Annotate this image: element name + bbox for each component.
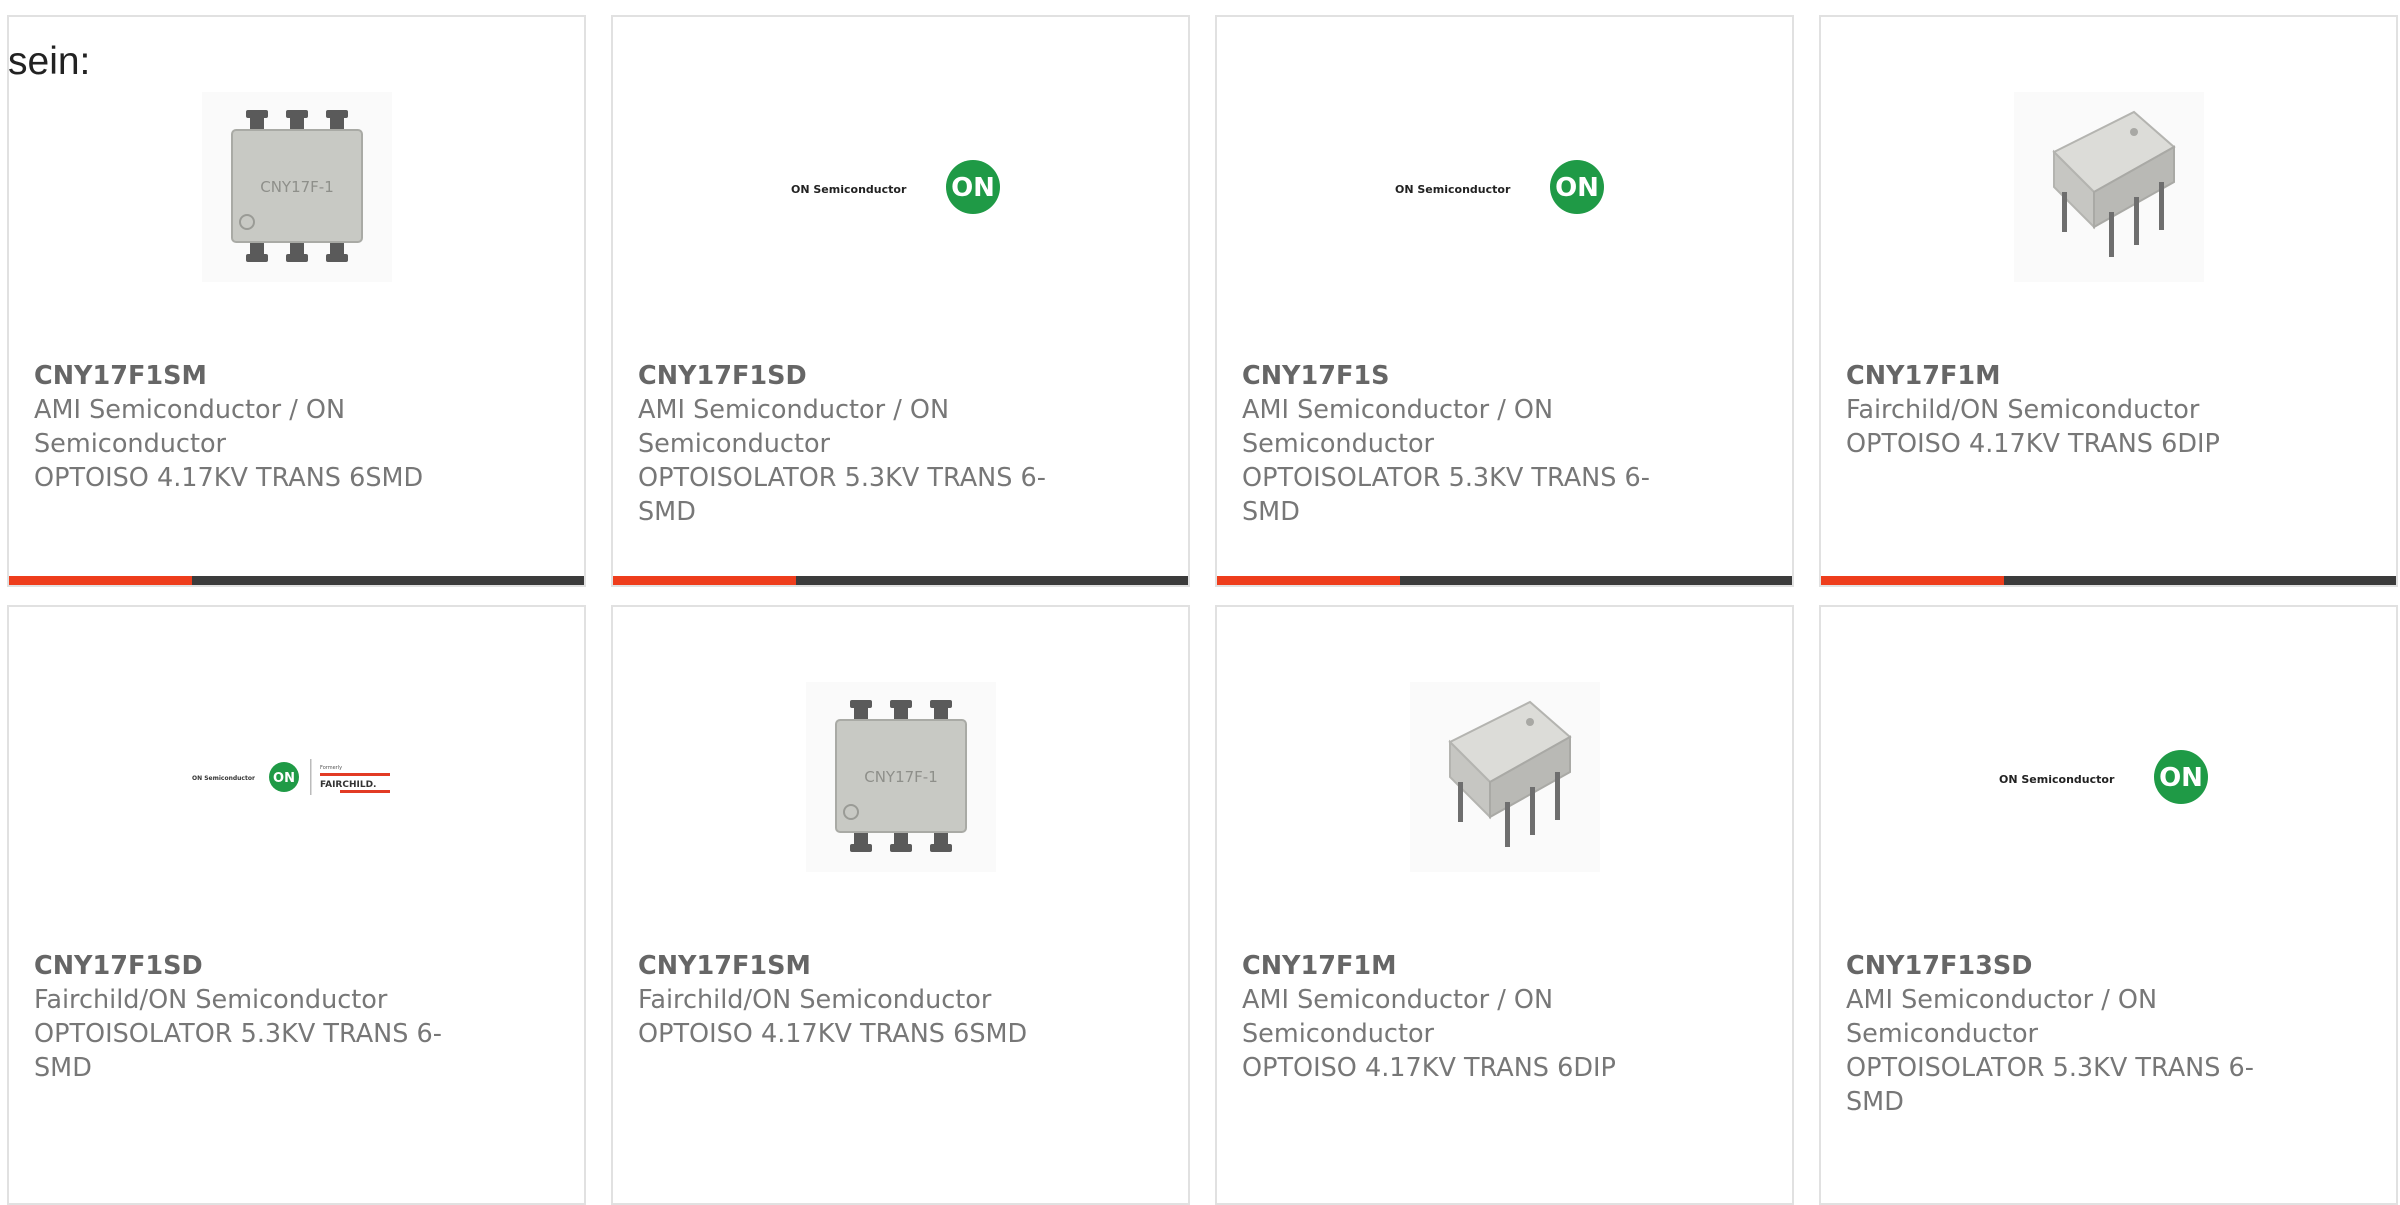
svg-text:ON Semiconductor: ON Semiconductor (1999, 773, 2115, 786)
card-bar-accent (9, 576, 192, 585)
product-image[interactable]: ON Semiconductor ON (613, 72, 1188, 302)
card-bar (9, 576, 584, 585)
on-semiconductor-logo: ON Semiconductor ON (791, 160, 1000, 214)
card-bar-accent (613, 576, 796, 585)
manufacturer: AMI Semiconductor / ON Semiconductor (1242, 395, 1554, 459)
product-info: CNY17F13SD AMI Semiconductor / ON Semico… (1846, 949, 2286, 1119)
part-number[interactable]: CNY17F13SD (1846, 949, 2286, 983)
manufacturer: Fairchild/ON Semiconductor (34, 985, 388, 1015)
product-image[interactable]: CNY17F-1 (613, 662, 1188, 892)
svg-text:ON: ON (273, 771, 295, 786)
product-grid: CNY17F-1 CNY17F1SM AMI Semiconductor / O… (7, 15, 2400, 1205)
smd-chip-image: CNY17F-1 (201, 92, 392, 282)
product-card[interactable]: CNY17F1M Fairchild/ON Semiconductor OPTO… (1819, 15, 2398, 587)
product-info: CNY17F1SD Fairchild/ON Semiconductor OPT… (34, 949, 474, 1085)
lead-text: sein: (8, 40, 91, 83)
product-info: CNY17F1SM Fairchild/ON Semiconductor OPT… (638, 949, 1078, 1051)
description: OPTOISO 4.17KV TRANS 6SMD (34, 463, 424, 493)
part-number[interactable]: CNY17F1SD (34, 949, 474, 983)
product-info: CNY17F1M AMI Semiconductor / ON Semicond… (1242, 949, 1682, 1085)
card-bar (613, 576, 1188, 585)
card-bar (1217, 576, 1792, 585)
product-card[interactable]: ON Semiconductor ON CNY17F1S AMI Semicon… (1215, 15, 1794, 587)
product-info: CNY17F1M Fairchild/ON Semiconductor OPTO… (1846, 359, 2286, 461)
product-image[interactable] (1217, 662, 1792, 892)
svg-text:ON: ON (1555, 173, 1599, 203)
part-number[interactable]: CNY17F1S (1242, 359, 1682, 393)
part-number[interactable]: CNY17F1SD (638, 359, 1078, 393)
product-info: CNY17F1SM AMI Semiconductor / ON Semicon… (34, 359, 474, 495)
manufacturer: AMI Semiconductor / ON Semiconductor (34, 395, 346, 459)
product-image[interactable]: ON Semiconductor ON Formerly FAIRCHILD. (9, 662, 584, 892)
manufacturer: AMI Semiconductor / ON Semiconductor (1846, 985, 2158, 1049)
card-bar-accent (1821, 576, 2004, 585)
product-card[interactable]: CNY17F1M AMI Semiconductor / ON Semicond… (1215, 605, 1794, 1205)
dip-chip-image (1409, 682, 1600, 872)
product-card[interactable]: ON Semiconductor ON CNY17F1SD AMI Semico… (611, 15, 1190, 587)
description: OPTOISOLATOR 5.3KV TRANS 6-SMD (34, 1019, 442, 1083)
part-number[interactable]: CNY17F1M (1846, 359, 2286, 393)
product-card[interactable]: ON Semiconductor ON Formerly FAIRCHILD. … (7, 605, 586, 1205)
product-image[interactable]: ON Semiconductor ON (1821, 662, 2396, 892)
svg-text:Formerly: Formerly (320, 765, 342, 771)
manufacturer: Fairchild/ON Semiconductor (638, 985, 992, 1015)
part-number[interactable]: CNY17F1SM (638, 949, 1078, 983)
product-image[interactable]: CNY17F-1 (9, 72, 584, 302)
description: OPTOISOLATOR 5.3KV TRANS 6-SMD (638, 463, 1046, 527)
on-fairchild-logo: ON Semiconductor ON Formerly FAIRCHILD. (192, 759, 390, 795)
description: OPTOISO 4.17KV TRANS 6SMD (638, 1019, 1028, 1049)
svg-text:ON: ON (951, 173, 995, 203)
svg-text:ON Semiconductor: ON Semiconductor (1395, 183, 1511, 196)
description: OPTOISOLATOR 5.3KV TRANS 6-SMD (1846, 1053, 2254, 1117)
product-info: CNY17F1SD AMI Semiconductor / ON Semicon… (638, 359, 1078, 529)
svg-text:FAIRCHILD.: FAIRCHILD. (320, 780, 376, 790)
svg-text:CNY17F-1: CNY17F-1 (864, 768, 938, 786)
on-semiconductor-logo: ON Semiconductor ON (1999, 750, 2208, 804)
product-info: CNY17F1S AMI Semiconductor / ON Semicond… (1242, 359, 1682, 529)
on-semiconductor-logo: ON Semiconductor ON (1395, 160, 1604, 214)
part-number[interactable]: CNY17F1SM (34, 359, 474, 393)
manufacturer: Fairchild/ON Semiconductor (1846, 395, 2200, 425)
product-image[interactable] (1821, 72, 2396, 302)
description: OPTOISO 4.17KV TRANS 6DIP (1242, 1053, 1616, 1083)
svg-text:ON Semiconductor: ON Semiconductor (192, 775, 255, 782)
card-bar-accent (1217, 576, 1400, 585)
description: OPTOISOLATOR 5.3KV TRANS 6-SMD (1242, 463, 1650, 527)
product-card[interactable]: ON Semiconductor ON CNY17F13SD AMI Semic… (1819, 605, 2398, 1205)
manufacturer: AMI Semiconductor / ON Semiconductor (638, 395, 950, 459)
product-card[interactable]: CNY17F-1 CNY17F1SM Fairchild/ON Semicond… (611, 605, 1190, 1205)
product-image[interactable]: ON Semiconductor ON (1217, 72, 1792, 302)
manufacturer: AMI Semiconductor / ON Semiconductor (1242, 985, 1554, 1049)
description: OPTOISO 4.17KV TRANS 6DIP (1846, 429, 2220, 459)
svg-text:ON Semiconductor: ON Semiconductor (791, 183, 907, 196)
smd-chip-image: CNY17F-1 (805, 682, 996, 872)
svg-text:ON: ON (2159, 763, 2203, 793)
card-bar (1821, 576, 2396, 585)
dip-chip-image (2013, 92, 2204, 282)
product-card[interactable]: CNY17F-1 CNY17F1SM AMI Semiconductor / O… (7, 15, 586, 587)
part-number[interactable]: CNY17F1M (1242, 949, 1682, 983)
svg-text:CNY17F-1: CNY17F-1 (260, 178, 334, 196)
